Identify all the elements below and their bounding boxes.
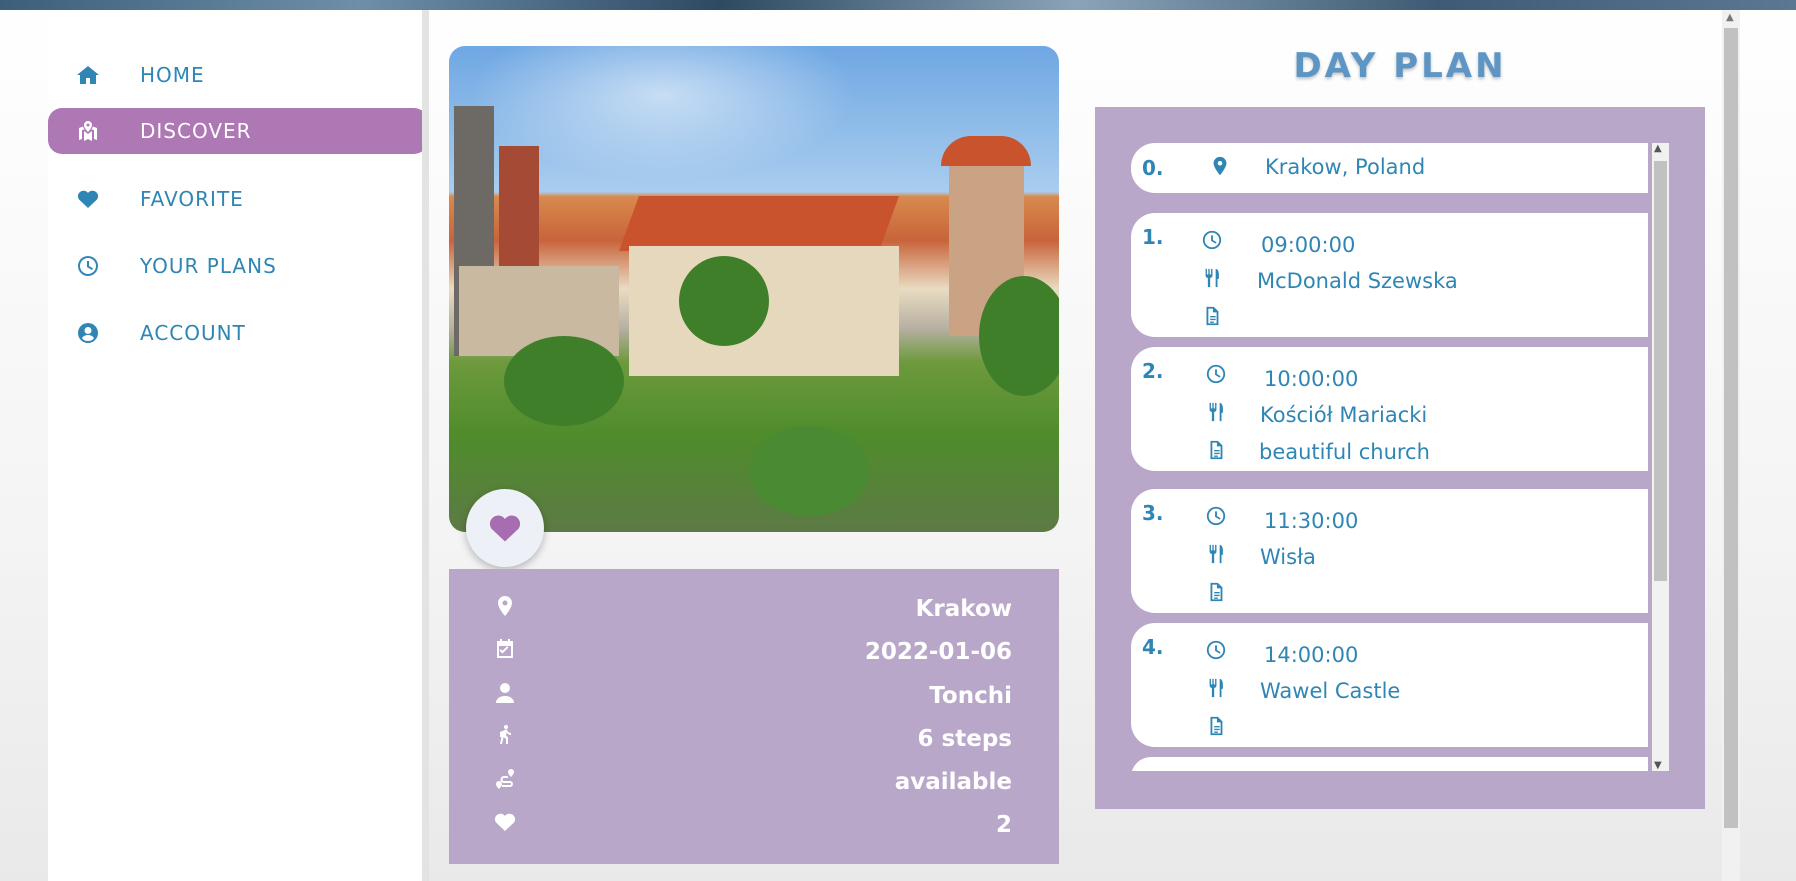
plan-separator	[1131, 337, 1648, 347]
date-value: 2022-01-06	[864, 639, 1012, 665]
sidebar: HOME DISCOVER FAVORITE YOUR PLANS ACCOUN…	[48, 10, 428, 881]
plan-separator	[1131, 747, 1648, 757]
city-value: Krakow	[915, 596, 1012, 622]
steps-value: 6 steps	[917, 726, 1012, 752]
nav-label: HOME	[140, 63, 205, 87]
nav-item-home[interactable]: HOME	[48, 52, 428, 98]
nav-item-favorite[interactable]: FAVORITE	[48, 176, 428, 222]
utensils-icon	[1205, 401, 1227, 423]
plan-info-panel: Krakow 2022-01-06 Tonchi 6 steps availab…	[449, 569, 1059, 864]
plan-step: 2. 10:00:00 Kościół Mariacki beautiful c…	[1131, 347, 1648, 471]
plan-separator	[1131, 613, 1648, 623]
plan-step: 3. 11:30:00 Wisła	[1131, 489, 1648, 613]
plan-index: 1.	[1142, 225, 1164, 249]
scroll-up-arrow[interactable]: ▲	[1654, 143, 1662, 154]
info-row-city: Krakow	[449, 589, 1059, 629]
plan-index: 2.	[1142, 359, 1164, 383]
calendar-check-icon	[493, 637, 517, 667]
header-banner-image	[0, 0, 1796, 10]
plan-photo	[449, 46, 1059, 532]
clock-icon	[48, 254, 128, 278]
day-plan-list[interactable]: 0. Krakow, Poland 1. 09:00:00 McDonald S…	[1131, 143, 1663, 771]
step-place: Wisła	[1260, 545, 1316, 569]
step-note: beautiful church	[1259, 440, 1430, 464]
plan-step: 1. 09:00:00 McDonald Szewska	[1131, 213, 1648, 337]
day-plan-panel: 0. Krakow, Poland 1. 09:00:00 McDonald S…	[1095, 107, 1705, 809]
file-text-icon	[1205, 581, 1227, 603]
heart-icon	[493, 810, 517, 840]
nav-label: YOUR PLANS	[140, 254, 277, 278]
step-time: 11:30:00	[1264, 509, 1359, 533]
clock-icon	[1201, 229, 1223, 251]
heart-icon	[489, 515, 521, 542]
nav-label: ACCOUNT	[140, 321, 246, 345]
scroll-down-arrow[interactable]: ▼	[1654, 760, 1662, 771]
walking-icon	[493, 724, 517, 754]
plan-index: 4.	[1142, 635, 1164, 659]
sidebar-divider	[422, 10, 429, 881]
start-location: Krakow, Poland	[1265, 155, 1426, 179]
utensils-icon	[1205, 677, 1227, 699]
home-icon	[48, 63, 128, 87]
user-circle-icon	[48, 321, 128, 345]
info-row-availability: available	[449, 762, 1059, 802]
favorite-button[interactable]	[466, 489, 544, 567]
scrollbar-thumb[interactable]	[1654, 161, 1667, 581]
nav-label: DISCOVER	[140, 119, 252, 143]
step-time: 09:00:00	[1261, 233, 1356, 257]
plan-separator	[1131, 471, 1648, 489]
step-place: McDonald Szewska	[1257, 269, 1458, 293]
step-time: 14:00:00	[1264, 643, 1359, 667]
nav-item-account[interactable]: ACCOUNT	[48, 310, 428, 356]
day-plan-title: DAY PLAN	[1293, 46, 1507, 86]
utensils-icon	[1201, 267, 1223, 289]
day-plan-scrollbar[interactable]: ▲ ▼	[1652, 143, 1669, 771]
plan-start-item: 0. Krakow, Poland	[1131, 143, 1648, 193]
plan-step: 4. 14:00:00 Wawel Castle	[1131, 623, 1648, 747]
nav-label: FAVORITE	[140, 187, 244, 211]
clock-icon	[1205, 363, 1227, 385]
file-text-icon	[1205, 715, 1227, 737]
scroll-up-arrow[interactable]: ▲	[1726, 12, 1734, 23]
map-marked-icon	[48, 119, 128, 143]
nav-item-discover[interactable]: DISCOVER	[48, 108, 428, 154]
clock-icon	[1205, 639, 1227, 661]
map-marker-icon	[1209, 155, 1231, 177]
utensils-icon	[1205, 543, 1227, 565]
user-icon	[493, 681, 517, 711]
info-row-steps: 6 steps	[449, 719, 1059, 759]
file-text-icon	[1205, 439, 1227, 461]
route-icon	[493, 767, 517, 797]
scrollbar-thumb[interactable]	[1724, 28, 1738, 828]
author-value: Tonchi	[929, 683, 1012, 709]
plan-separator	[1131, 193, 1648, 213]
map-marker-icon	[493, 594, 517, 624]
step-time: 10:00:00	[1264, 367, 1359, 391]
info-row-author: Tonchi	[449, 676, 1059, 716]
step-place: Kościół Mariacki	[1260, 403, 1428, 427]
info-row-date: 2022-01-06	[449, 632, 1059, 672]
clock-icon	[1205, 505, 1227, 527]
file-text-icon	[1201, 305, 1223, 327]
page-scrollbar[interactable]: ▲	[1722, 10, 1740, 881]
nav-item-your-plans[interactable]: YOUR PLANS	[48, 243, 428, 289]
likes-value: 2	[995, 812, 1012, 838]
availability-value: available	[894, 769, 1012, 795]
info-row-likes: 2	[449, 805, 1059, 845]
heart-icon	[48, 187, 128, 211]
plan-index: 0.	[1142, 156, 1164, 180]
step-place: Wawel Castle	[1260, 679, 1401, 703]
plan-step	[1131, 757, 1648, 771]
plan-index: 3.	[1142, 501, 1164, 525]
